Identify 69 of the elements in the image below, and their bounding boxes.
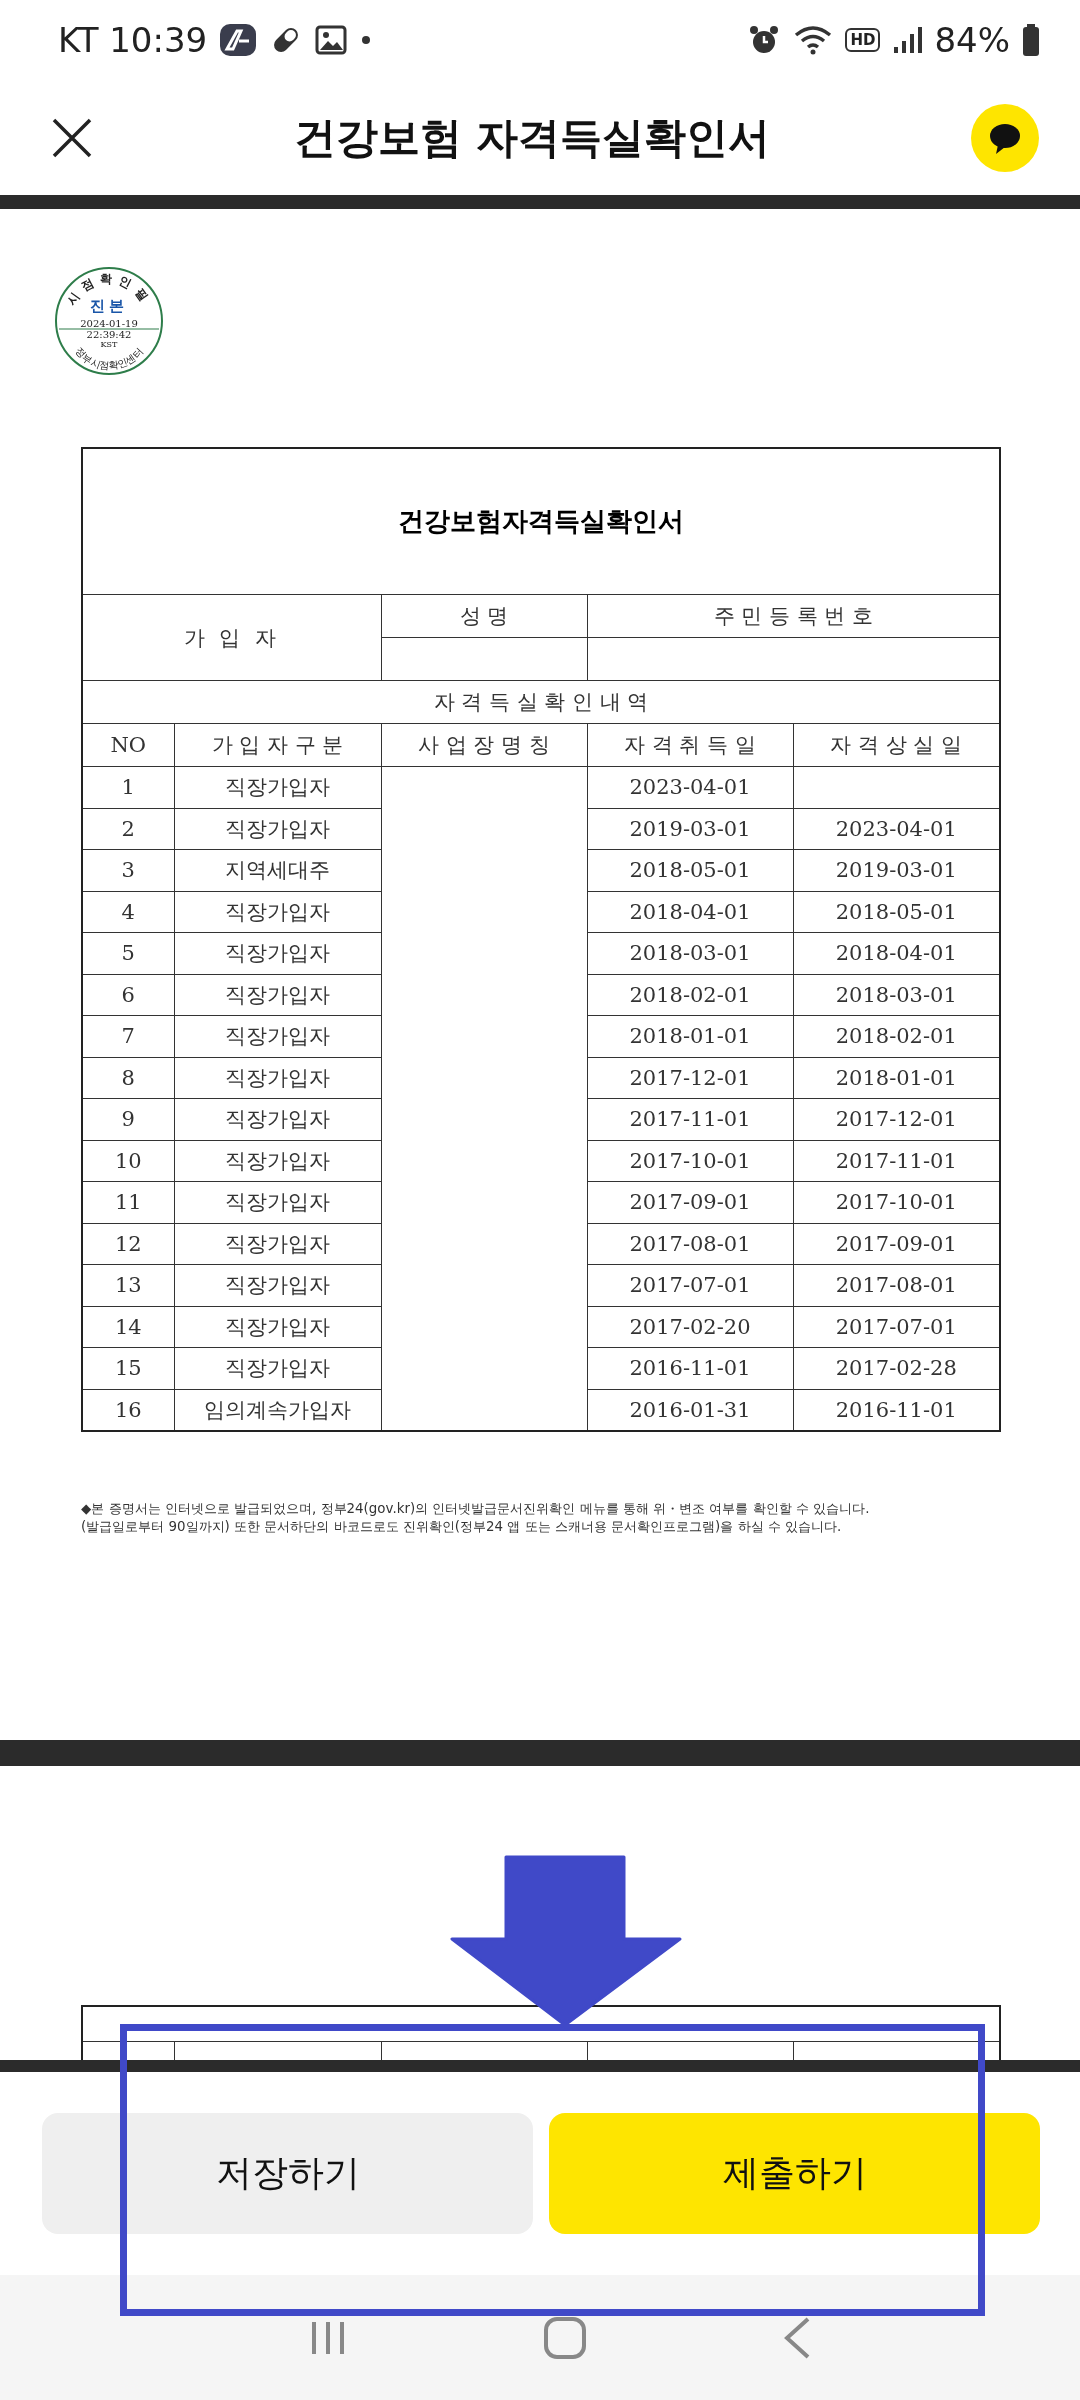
table-cell: 12: [82, 1223, 174, 1265]
column-header: 사 업 장 명 칭: [381, 723, 587, 767]
column-header: NO: [82, 723, 174, 767]
table-cell: 2017-08-01: [587, 1223, 793, 1265]
stamp-text: 2024-01-19: [80, 318, 138, 329]
table-cell: 4: [82, 891, 174, 933]
table-cell: 직장가입자: [174, 1306, 381, 1348]
column-header: 가 입 자 구 분: [174, 723, 381, 767]
table-cell: 직장가입자: [174, 974, 381, 1016]
table-cell: 15: [82, 1347, 174, 1389]
table-cell: 직장가입자: [174, 932, 381, 974]
hd-icon: HD: [845, 28, 881, 52]
table-cell: 2017-02-20: [587, 1306, 793, 1348]
notice-text: ◆본 증명서는 인터넷으로 발급되었으며, 정부24(gov.kr)의 인터넷발급문서진위확인 메뉴를 통해 위・변조 여부를 확인할 수 있습니다.: [81, 1500, 871, 1518]
table-cell: 10: [82, 1140, 174, 1182]
table-cell: 1: [82, 766, 174, 808]
table-cell: 6: [82, 974, 174, 1016]
wifi-icon: [793, 23, 834, 57]
table-cell: 직장가입자: [174, 1223, 381, 1265]
table-cell: 7: [82, 1015, 174, 1057]
table-cell: 직장가입자: [174, 1057, 381, 1099]
table-cell: 직장가입자: [174, 1181, 381, 1223]
table-cell: 2017-12-01: [587, 1057, 793, 1099]
table-cell: 2018-01-01: [587, 1015, 793, 1057]
stamp-text: 22:39:42: [86, 329, 132, 340]
row-label: 가 입 자: [82, 594, 381, 681]
time-text: KT 10:39: [58, 20, 208, 60]
submit-button[interactable]: 제출하기: [549, 2113, 1040, 2234]
table-cell: 직장가입자: [174, 1264, 381, 1306]
table-cell: 2023-04-01: [587, 766, 793, 808]
table-cell: 2018-05-01: [587, 849, 793, 891]
home-icon[interactable]: [543, 2315, 587, 2360]
battery-text: 84%: [934, 20, 1010, 60]
table-cell: 직장가입자: [174, 891, 381, 933]
table-cell: 2018-02-01: [587, 974, 793, 1016]
table-cell: 11: [82, 1181, 174, 1223]
table-cell: 2017-10-01: [587, 1140, 793, 1182]
table-cell: 2017-11-01: [587, 1098, 793, 1140]
table-cell: 8: [82, 1057, 174, 1099]
table-cell: 5: [82, 932, 174, 974]
table-cell: 직장가입자: [174, 766, 381, 808]
table-cell: 직장가입자: [174, 1347, 381, 1389]
table-cell: 직장가입자: [174, 1098, 381, 1140]
signal-icon: [892, 25, 923, 55]
table-cell: 14: [82, 1306, 174, 1348]
table-cell: 직장가입자: [174, 1015, 381, 1057]
table-cell: 9: [82, 1098, 174, 1140]
column-header: 자 격 취 득 일: [587, 723, 793, 767]
table-cell: 직장가입자: [174, 808, 381, 850]
table-cell: 2019-03-01: [587, 808, 793, 850]
table-cell: 2: [82, 808, 174, 850]
save-button[interactable]: 저장하기: [42, 2113, 533, 2234]
table-cell: 2018-04-01: [587, 891, 793, 933]
notice-text: (발급일로부터 90일까지) 또한 문서하단의 바코드로도 진위확인(정부24 앱 또는 스캐너용 문서확인프로그램)을 하실 수 있습니다.: [81, 1518, 843, 1536]
table-cell: 2017-07-01: [587, 1264, 793, 1306]
battery-icon: [1022, 23, 1040, 57]
table-cell: 지역세대주: [174, 849, 381, 891]
page-title: 건강보험 자격득실확인서: [293, 111, 771, 164]
image-icon: [315, 24, 348, 56]
stamp-text: KST: [100, 340, 118, 349]
table-cell: 직장가입자: [174, 1140, 381, 1182]
column-header: 성 명: [381, 594, 587, 638]
table-cell: 3: [82, 849, 174, 891]
chat-icon[interactable]: [970, 102, 1040, 173]
table-cell: 2016-11-01: [587, 1347, 793, 1389]
app-icon: [219, 23, 258, 57]
table-cell: 2017-09-01: [587, 1181, 793, 1223]
table-cell: 13: [82, 1264, 174, 1306]
table-cell: 2018-03-01: [587, 932, 793, 974]
